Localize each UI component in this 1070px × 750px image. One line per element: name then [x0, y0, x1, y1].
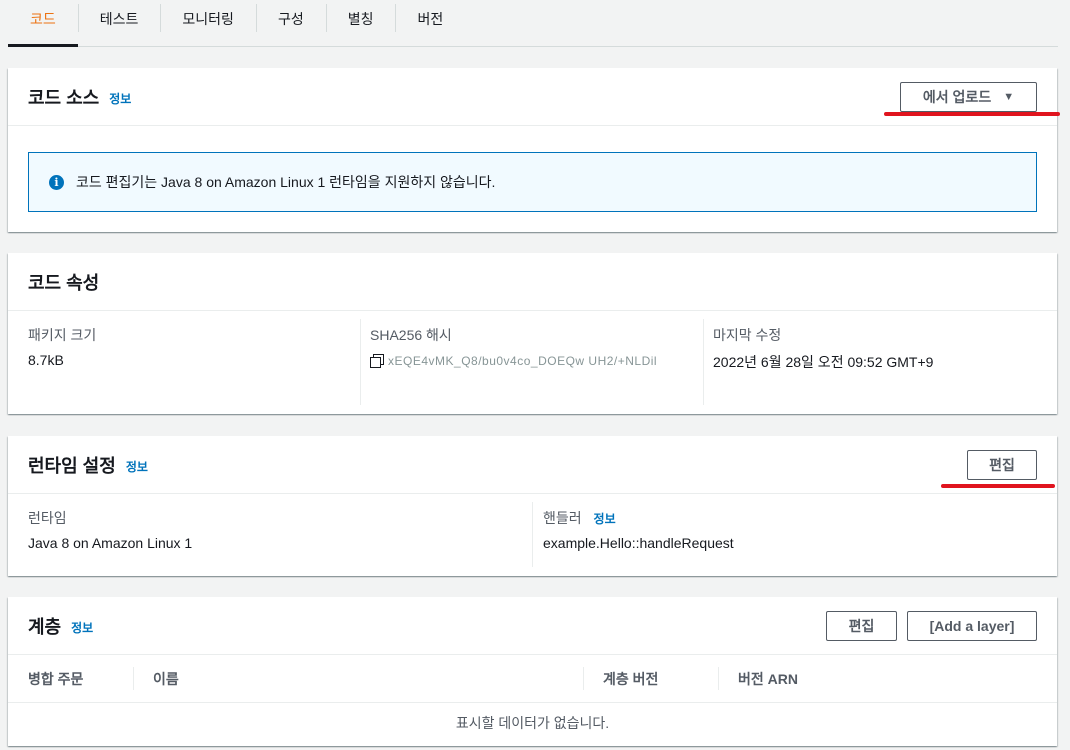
tab-aliases[interactable]: 별칭: [325, 0, 396, 46]
column-merge-order[interactable]: 병합 주문: [8, 655, 133, 702]
code-source-header: 코드 소스 정보 에서 업로드 ▼: [8, 68, 1060, 126]
layers-panel: 계층 정보 편집 [Add a layer] 병합 주문 이름 계층 버전 버전…: [8, 597, 1057, 746]
layers-title: 계층: [28, 616, 62, 637]
code-properties-panel: 코드 속성 패키지 크기 8.7kB SHA256 해시 xEQE4vMK_Q8…: [8, 253, 1057, 414]
runtime-label: 런타임: [28, 510, 67, 526]
upload-from-button[interactable]: 에서 업로드 ▼: [900, 82, 1037, 112]
unsupported-editor-alert: i 코드 편집기는 Java 8 on Amazon Linux 1 런타임을 …: [28, 152, 1037, 212]
edit-highlight-underline: [941, 484, 1055, 488]
tab-test[interactable]: 테스트: [77, 0, 161, 46]
sha256-value: xEQE4vMK_Q8/bu0v4co_DOEQw UH2/+NLDil: [388, 354, 658, 368]
package-size-field: 패키지 크기 8.7kB: [8, 311, 360, 413]
runtime-field: 런타임 Java 8 on Amazon Linux 1: [8, 494, 532, 575]
last-modified-label: 마지막 수정: [713, 327, 782, 343]
sha256-label: SHA256 해시: [370, 327, 452, 343]
layers-table-header: 병합 주문 이름 계층 버전 버전 ARN: [8, 655, 1057, 703]
runtime-settings-panel: 런타임 설정 정보 편집 런타임 Java 8 on Amazon Linux …: [8, 436, 1057, 576]
tab-bar: 코드 테스트 모니터링 구성 별칭 버전: [8, 0, 1058, 47]
handler-field: 핸들러 정보 example.Hello::handleRequest: [532, 494, 1057, 575]
tab-monitoring[interactable]: 모니터링: [160, 0, 256, 46]
last-modified-field: 마지막 수정 2022년 6월 28일 오전 09:52 GMT+9: [703, 311, 1057, 413]
runtime-edit-button[interactable]: 편집: [967, 450, 1037, 480]
caret-down-icon: ▼: [1003, 91, 1015, 103]
add-layer-button[interactable]: [Add a layer]: [907, 611, 1037, 641]
alert-message: 코드 편집기는 Java 8 on Amazon Linux 1 런타임을 지원…: [76, 174, 496, 190]
code-properties-header: 코드 속성: [8, 253, 1057, 311]
copy-icon[interactable]: [370, 354, 384, 368]
handler-label: 핸들러: [543, 510, 582, 526]
upload-from-label: 에서 업로드: [922, 89, 992, 105]
last-modified-value: 2022년 6월 28일 오전 09:52 GMT+9: [713, 354, 934, 370]
runtime-settings-header: 런타임 설정 정보 편집: [8, 436, 1057, 494]
tab-code[interactable]: 코드: [8, 0, 78, 47]
layers-empty-message: 표시할 데이터가 없습니다.: [455, 715, 610, 731]
code-properties-title: 코드 속성: [28, 272, 100, 293]
column-name[interactable]: 이름: [133, 655, 583, 702]
code-source-panel: 코드 소스 정보 에서 업로드 ▼ i 코드 편집기는 Java 8 on Am…: [8, 68, 1060, 232]
upload-highlight-underline: [884, 112, 1060, 116]
code-source-title: 코드 소스: [28, 87, 100, 108]
runtime-settings-info-link[interactable]: 정보: [126, 458, 148, 475]
handler-value: example.Hello::handleRequest: [543, 535, 734, 551]
column-layer-version[interactable]: 계층 버전: [583, 655, 718, 702]
tab-configuration[interactable]: 구성: [255, 0, 326, 46]
layers-edit-button[interactable]: 편집: [826, 611, 897, 641]
runtime-settings-title: 런타임 설정: [28, 455, 116, 476]
package-size-label: 패키지 크기: [28, 327, 97, 343]
layers-info-link[interactable]: 정보: [71, 619, 93, 636]
column-version-arn[interactable]: 버전 ARN: [718, 655, 1057, 702]
runtime-value: Java 8 on Amazon Linux 1: [28, 535, 193, 551]
handler-info-link[interactable]: 정보: [594, 512, 616, 526]
tab-versions[interactable]: 버전: [395, 0, 465, 46]
sha256-field: SHA256 해시 xEQE4vMK_Q8/bu0v4co_DOEQw UH2/…: [360, 311, 703, 413]
info-icon: i: [49, 174, 64, 190]
code-source-info-link[interactable]: 정보: [109, 90, 131, 107]
layers-header: 계층 정보 편집 [Add a layer]: [8, 597, 1057, 655]
package-size-value: 8.7kB: [28, 352, 64, 368]
